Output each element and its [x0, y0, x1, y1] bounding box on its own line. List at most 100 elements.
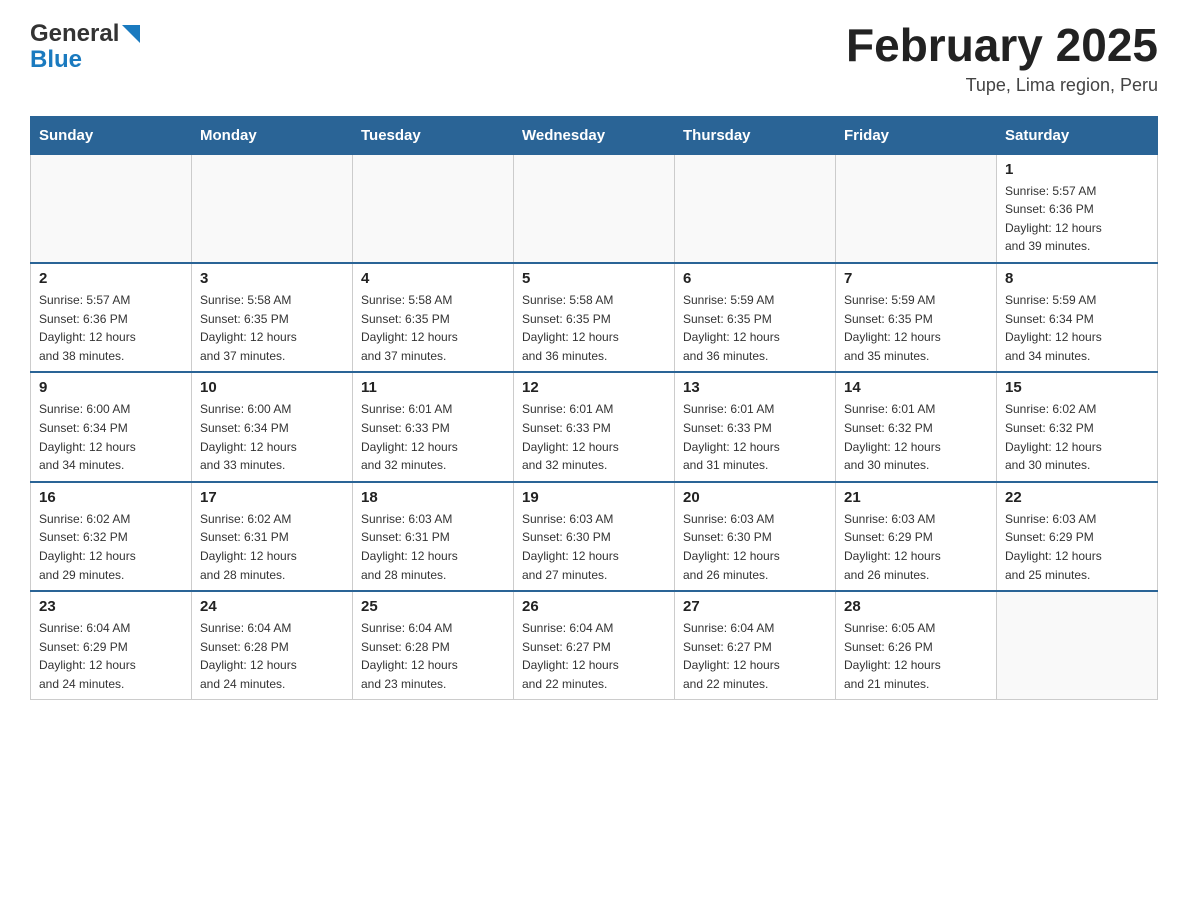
table-row	[836, 154, 997, 263]
table-row: 6 Sunrise: 5:59 AM Sunset: 6:35 PM Daylig…	[675, 263, 836, 372]
day-info: Sunrise: 5:57 AM Sunset: 6:36 PM Dayligh…	[1005, 182, 1149, 256]
table-row: 11 Sunrise: 6:01 AM Sunset: 6:33 PM Dayli…	[353, 372, 514, 481]
day-number: 20	[683, 489, 827, 506]
table-row	[192, 154, 353, 263]
day-info: Sunrise: 6:03 AM Sunset: 6:29 PM Dayligh…	[1005, 510, 1149, 584]
table-row: 18Sunrise: 6:03 AM Sunset: 6:31 PM Dayli…	[353, 482, 514, 591]
logo-general-text: General	[30, 20, 119, 48]
logo: General Blue	[30, 20, 140, 72]
table-row: 3 Sunrise: 5:58 AM Sunset: 6:35 PM Daylig…	[192, 263, 353, 372]
header-wednesday: Wednesday	[514, 116, 675, 154]
day-number: 25	[361, 598, 505, 615]
location-subtitle: Tupe, Lima region, Peru	[846, 75, 1158, 96]
table-row: 14 Sunrise: 6:01 AM Sunset: 6:32 PM Dayli…	[836, 372, 997, 481]
day-number: 12	[522, 379, 666, 396]
table-row: 27Sunrise: 6:04 AM Sunset: 6:27 PM Dayli…	[675, 591, 836, 700]
day-number: 10	[200, 379, 344, 396]
day-info: Sunrise: 6:04 AM Sunset: 6:28 PM Dayligh…	[200, 619, 344, 693]
day-number: 24	[200, 598, 344, 615]
table-row: 13Sunrise: 6:01 AM Sunset: 6:33 PM Dayli…	[675, 372, 836, 481]
day-number: 14	[844, 379, 988, 396]
day-info: Sunrise: 6:04 AM Sunset: 6:27 PM Dayligh…	[683, 619, 827, 693]
day-info: Sunrise: 5:59 AM Sunset: 6:35 PM Dayligh…	[683, 291, 827, 365]
table-row: 8 Sunrise: 5:59 AM Sunset: 6:34 PM Daylig…	[997, 263, 1158, 372]
table-row: 9 Sunrise: 6:00 AM Sunset: 6:34 PM Daylig…	[31, 372, 192, 481]
day-number: 4	[361, 270, 505, 287]
table-row	[675, 154, 836, 263]
day-number: 21	[844, 489, 988, 506]
day-number: 23	[39, 598, 183, 615]
table-row: 15 Sunrise: 6:02 AM Sunset: 6:32 PM Dayli…	[997, 372, 1158, 481]
table-row: 5 Sunrise: 5:58 AM Sunset: 6:35 PM Daylig…	[514, 263, 675, 372]
table-row: 17 Sunrise: 6:02 AM Sunset: 6:31 PM Dayli…	[192, 482, 353, 591]
header-monday: Monday	[192, 116, 353, 154]
day-info: Sunrise: 5:58 AM Sunset: 6:35 PM Dayligh…	[200, 291, 344, 365]
table-row	[514, 154, 675, 263]
weekday-header-row: Sunday Monday Tuesday Wednesday Thursday…	[31, 116, 1158, 154]
day-info: Sunrise: 6:01 AM Sunset: 6:33 PM Dayligh…	[683, 400, 827, 474]
day-info: Sunrise: 6:01 AM Sunset: 6:33 PM Dayligh…	[361, 400, 505, 474]
table-row: 26 Sunrise: 6:04 AM Sunset: 6:27 PM Dayli…	[514, 591, 675, 700]
table-row: 4 Sunrise: 5:58 AM Sunset: 6:35 PM Daylig…	[353, 263, 514, 372]
day-number: 11	[361, 379, 505, 396]
day-info: Sunrise: 6:02 AM Sunset: 6:31 PM Dayligh…	[200, 510, 344, 584]
page-header: General Blue February 2025 Tupe, Lima re…	[30, 20, 1158, 96]
day-info: Sunrise: 5:57 AM Sunset: 6:36 PM Dayligh…	[39, 291, 183, 365]
table-row	[353, 154, 514, 263]
day-number: 6	[683, 270, 827, 287]
table-row: 2 Sunrise: 5:57 AM Sunset: 6:36 PM Daylig…	[31, 263, 192, 372]
table-row: 12 Sunrise: 6:01 AM Sunset: 6:33 PM Dayli…	[514, 372, 675, 481]
day-number: 5	[522, 270, 666, 287]
day-number: 28	[844, 598, 988, 615]
month-title: February 2025	[846, 20, 1158, 71]
table-row: 25 Sunrise: 6:04 AM Sunset: 6:28 PM Dayli…	[353, 591, 514, 700]
calendar-table: Sunday Monday Tuesday Wednesday Thursday…	[30, 116, 1158, 701]
day-number: 7	[844, 270, 988, 287]
day-number: 15	[1005, 379, 1149, 396]
day-info: Sunrise: 6:03 AM Sunset: 6:29 PM Dayligh…	[844, 510, 988, 584]
day-info: Sunrise: 5:58 AM Sunset: 6:35 PM Dayligh…	[522, 291, 666, 365]
header-friday: Friday	[836, 116, 997, 154]
day-info: Sunrise: 6:00 AM Sunset: 6:34 PM Dayligh…	[39, 400, 183, 474]
table-row: 28Sunrise: 6:05 AM Sunset: 6:26 PM Dayli…	[836, 591, 997, 700]
header-thursday: Thursday	[675, 116, 836, 154]
table-row: 19Sunrise: 6:03 AM Sunset: 6:30 PM Dayli…	[514, 482, 675, 591]
calendar-week-row: 2 Sunrise: 5:57 AM Sunset: 6:36 PM Daylig…	[31, 263, 1158, 372]
table-row: 20 Sunrise: 6:03 AM Sunset: 6:30 PM Dayli…	[675, 482, 836, 591]
day-number: 9	[39, 379, 183, 396]
day-number: 2	[39, 270, 183, 287]
day-number: 18	[361, 489, 505, 506]
day-number: 1	[1005, 161, 1149, 178]
day-info: Sunrise: 6:04 AM Sunset: 6:28 PM Dayligh…	[361, 619, 505, 693]
day-info: Sunrise: 5:59 AM Sunset: 6:35 PM Dayligh…	[844, 291, 988, 365]
calendar-week-row: 23 Sunrise: 6:04 AM Sunset: 6:29 PM Dayli…	[31, 591, 1158, 700]
day-number: 17	[200, 489, 344, 506]
day-info: Sunrise: 6:02 AM Sunset: 6:32 PM Dayligh…	[1005, 400, 1149, 474]
logo-arrow-icon	[122, 25, 140, 43]
table-row: 16Sunrise: 6:02 AM Sunset: 6:32 PM Dayli…	[31, 482, 192, 591]
day-number: 26	[522, 598, 666, 615]
day-info: Sunrise: 6:04 AM Sunset: 6:27 PM Dayligh…	[522, 619, 666, 693]
day-info: Sunrise: 5:59 AM Sunset: 6:34 PM Dayligh…	[1005, 291, 1149, 365]
day-info: Sunrise: 5:58 AM Sunset: 6:35 PM Dayligh…	[361, 291, 505, 365]
title-section: February 2025 Tupe, Lima region, Peru	[846, 20, 1158, 96]
day-number: 16	[39, 489, 183, 506]
day-number: 19	[522, 489, 666, 506]
day-info: Sunrise: 6:01 AM Sunset: 6:33 PM Dayligh…	[522, 400, 666, 474]
table-row	[31, 154, 192, 263]
table-row: 7 Sunrise: 5:59 AM Sunset: 6:35 PM Daylig…	[836, 263, 997, 372]
day-info: Sunrise: 6:03 AM Sunset: 6:30 PM Dayligh…	[683, 510, 827, 584]
day-number: 8	[1005, 270, 1149, 287]
header-saturday: Saturday	[997, 116, 1158, 154]
day-number: 3	[200, 270, 344, 287]
logo-blue-text: Blue	[30, 48, 140, 72]
day-info: Sunrise: 6:01 AM Sunset: 6:32 PM Dayligh…	[844, 400, 988, 474]
table-row: 21 Sunrise: 6:03 AM Sunset: 6:29 PM Dayli…	[836, 482, 997, 591]
day-number: 22	[1005, 489, 1149, 506]
table-row: 24 Sunrise: 6:04 AM Sunset: 6:28 PM Dayli…	[192, 591, 353, 700]
day-info: Sunrise: 6:04 AM Sunset: 6:29 PM Dayligh…	[39, 619, 183, 693]
day-info: Sunrise: 6:00 AM Sunset: 6:34 PM Dayligh…	[200, 400, 344, 474]
calendar-week-row: 1 Sunrise: 5:57 AM Sunset: 6:36 PM Daylig…	[31, 154, 1158, 263]
table-row: 10 Sunrise: 6:00 AM Sunset: 6:34 PM Dayli…	[192, 372, 353, 481]
table-row: 23 Sunrise: 6:04 AM Sunset: 6:29 PM Dayli…	[31, 591, 192, 700]
